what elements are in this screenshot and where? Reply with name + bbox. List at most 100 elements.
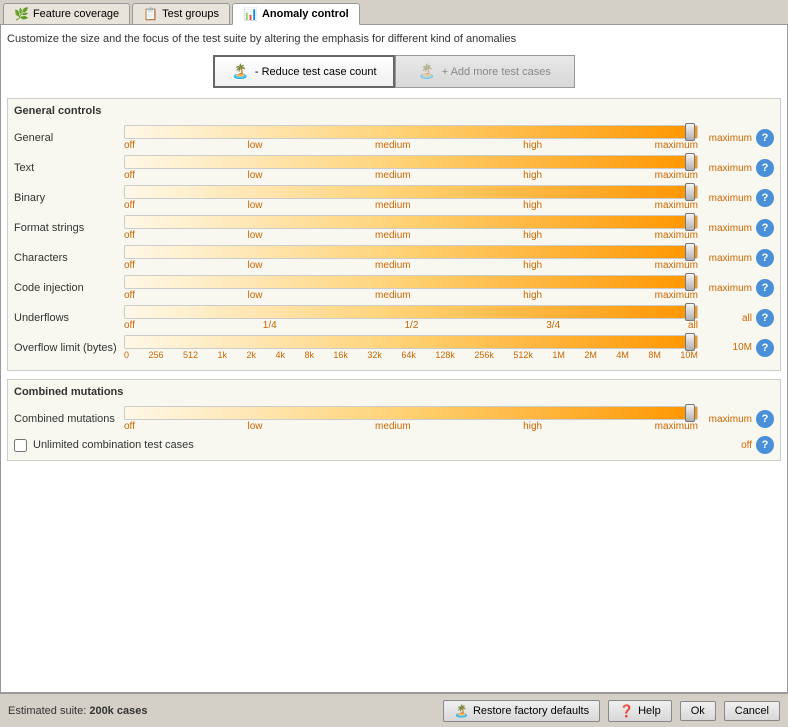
code-injection-slider-labels: offlowmediumhighmaximum (124, 290, 698, 301)
feature-coverage-icon: 🌿 (14, 7, 29, 21)
tab-anomaly-control-label: Anomaly control (262, 8, 349, 20)
underflows-slider[interactable] (124, 305, 698, 319)
combined-mutations-slider-labels: offlowmediumhighmaximum (124, 421, 698, 432)
code-injection-slider-container: offlowmediumhighmaximum (124, 275, 698, 301)
underflows-label: Underflows (14, 312, 124, 324)
action-buttons: 🏝️ - Reduce test case count 🏝️ + Add mor… (7, 55, 781, 88)
combined-mutations-control-row: Combined mutations offlowmediumhighmaxim… (14, 406, 774, 432)
binary-control-row: Binary offlowmediumhighmaximum maximum ? (14, 185, 774, 211)
suite-value: 200k cases (89, 705, 147, 717)
description: Customize the size and the focus of the … (7, 31, 781, 47)
overflow-limit-label: Overflow limit (bytes) (14, 342, 124, 354)
unlimited-checkbox[interactable] (14, 439, 27, 452)
unlimited-help-button[interactable]: ? (756, 436, 774, 454)
tab-feature-coverage[interactable]: 🌿 Feature coverage (3, 3, 130, 24)
format-strings-slider-labels: offlowmediumhighmaximum (124, 230, 698, 241)
underflows-value: all (702, 313, 752, 324)
binary-help-button[interactable]: ? (756, 189, 774, 207)
tab-test-groups[interactable]: 📋 Test groups (132, 3, 230, 24)
suite-info: Estimated suite: 200k cases (8, 705, 435, 717)
format-strings-slider-container: offlowmediumhighmaximum (124, 215, 698, 241)
characters-label: Characters (14, 252, 124, 264)
general-help-button[interactable]: ? (756, 129, 774, 147)
general-controls-section: General controls General offlowmediumhig… (7, 98, 781, 371)
combined-mutations-slider[interactable] (124, 406, 698, 420)
format-strings-control-row: Format strings offlowmediumhighmaximum m… (14, 215, 774, 241)
characters-control-row: Characters offlowmediumhighmaximum maxim… (14, 245, 774, 271)
unlimited-label[interactable]: Unlimited combination test cases (33, 439, 702, 451)
characters-slider-labels: offlowmediumhighmaximum (124, 260, 698, 271)
text-label: Text (14, 162, 124, 174)
text-control-row: Text offlowmediumhighmaximum maximum ? (14, 155, 774, 181)
format-strings-help-button[interactable]: ? (756, 219, 774, 237)
cancel-label: Cancel (735, 705, 769, 717)
general-controls-title: General controls (14, 103, 774, 119)
binary-slider-container: offlowmediumhighmaximum (124, 185, 698, 211)
text-slider[interactable] (124, 155, 698, 169)
overflow-limit-control-row: Overflow limit (bytes) 02565121k2k4k8k16… (14, 335, 774, 360)
overflow-limit-help-button[interactable]: ? (756, 339, 774, 357)
island-icon: 🏝️ (231, 63, 248, 80)
ok-button[interactable]: Ok (680, 701, 716, 721)
code-injection-slider[interactable] (124, 275, 698, 289)
overflow-limit-value: 10M (702, 342, 752, 353)
characters-value: maximum (702, 253, 752, 264)
cancel-button[interactable]: Cancel (724, 701, 780, 721)
text-help-button[interactable]: ? (756, 159, 774, 177)
text-slider-container: offlowmediumhighmaximum (124, 155, 698, 181)
help-icon: ❓ (619, 704, 634, 718)
add-test-case-button[interactable]: 🏝️ + Add more test cases (395, 55, 575, 88)
tab-feature-coverage-label: Feature coverage (33, 8, 119, 20)
help-label: Help (638, 705, 661, 717)
underflows-help-button[interactable]: ? (756, 309, 774, 327)
overflow-limit-slider-labels: 02565121k2k4k8k16k32k64k128k256k512k1M2M… (124, 350, 698, 360)
anomaly-control-icon: 📊 (243, 7, 258, 21)
combined-mutations-help-button[interactable]: ? (756, 410, 774, 428)
unlimited-checkbox-row: Unlimited combination test cases off ? (14, 436, 774, 454)
characters-help-button[interactable]: ? (756, 249, 774, 267)
code-injection-help-button[interactable]: ? (756, 279, 774, 297)
combined-mutations-slider-container: offlowmediumhighmaximum (124, 406, 698, 432)
characters-slider-container: offlowmediumhighmaximum (124, 245, 698, 271)
text-value: maximum (702, 163, 752, 174)
suite-label: Estimated suite: (8, 705, 86, 717)
binary-slider[interactable] (124, 185, 698, 199)
general-slider-labels: offlowmediumhighmaximum (124, 140, 698, 151)
general-slider[interactable] (124, 125, 698, 139)
restore-label: Restore factory defaults (473, 705, 589, 717)
unlimited-value: off (702, 440, 752, 451)
restore-icon: 🏝️ (454, 704, 469, 718)
restore-defaults-button[interactable]: 🏝️ Restore factory defaults (443, 700, 600, 722)
overflow-limit-slider-container: 02565121k2k4k8k16k32k64k128k256k512k1M2M… (124, 335, 698, 360)
ok-label: Ok (691, 705, 705, 717)
code-injection-label: Code injection (14, 282, 124, 294)
tab-anomaly-control[interactable]: 📊 Anomaly control (232, 3, 360, 25)
add-icon: 🏝️ (418, 63, 435, 80)
general-value: maximum (702, 133, 752, 144)
overflow-limit-slider[interactable] (124, 335, 698, 349)
text-slider-labels: offlowmediumhighmaximum (124, 170, 698, 181)
characters-slider[interactable] (124, 245, 698, 259)
combined-mutations-value: maximum (702, 414, 752, 425)
underflows-control-row: Underflows off1/41/23/4all all ? (14, 305, 774, 331)
underflows-slider-labels: off1/41/23/4all (124, 320, 698, 331)
underflows-slider-container: off1/41/23/4all (124, 305, 698, 331)
combined-mutations-label: Combined mutations (14, 413, 124, 425)
binary-value: maximum (702, 193, 752, 204)
reduce-test-case-button[interactable]: 🏝️ - Reduce test case count (213, 55, 394, 88)
general-control-row: General offlowmediumhighmaximum maximum … (14, 125, 774, 151)
format-strings-slider[interactable] (124, 215, 698, 229)
combined-mutations-section: Combined mutations Combined mutations of… (7, 379, 781, 461)
combined-mutations-title: Combined mutations (14, 384, 774, 400)
help-button[interactable]: ❓ Help (608, 700, 672, 722)
binary-slider-labels: offlowmediumhighmaximum (124, 200, 698, 211)
format-strings-value: maximum (702, 223, 752, 234)
code-injection-value: maximum (702, 283, 752, 294)
general-label: General (14, 132, 124, 144)
code-injection-control-row: Code injection offlowmediumhighmaximum m… (14, 275, 774, 301)
add-label: + Add more test cases (442, 66, 551, 78)
tab-bar: 🌿 Feature coverage 📋 Test groups 📊 Anoma… (0, 0, 788, 25)
test-groups-icon: 📋 (143, 7, 158, 21)
tab-test-groups-label: Test groups (162, 8, 219, 20)
general-slider-container: offlowmediumhighmaximum (124, 125, 698, 151)
